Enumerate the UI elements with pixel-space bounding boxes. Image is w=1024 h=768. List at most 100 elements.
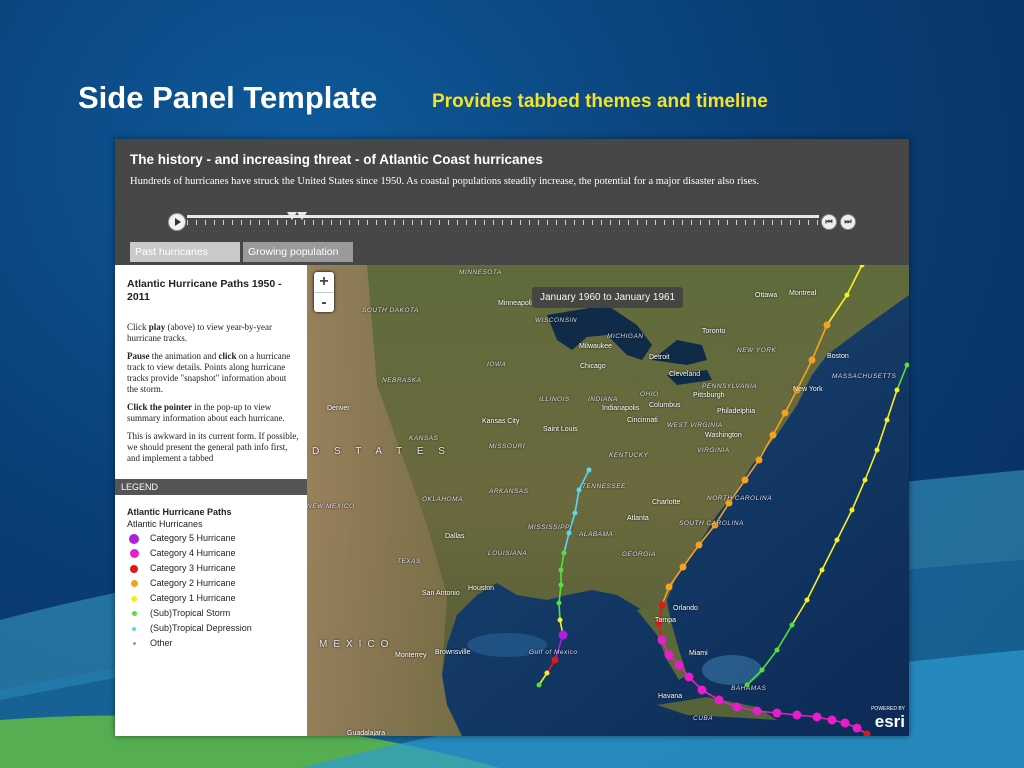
map-label: Ottawa	[755, 292, 778, 299]
map-label: Brownsville	[435, 649, 471, 656]
map-label: TEXAS	[397, 558, 421, 565]
hurricane-track-point[interactable]	[852, 723, 862, 733]
map-label: PENNSYLVANIA	[702, 383, 758, 390]
hurricane-track-point[interactable]	[697, 685, 707, 695]
hurricane-track-point[interactable]	[819, 567, 825, 573]
hurricane-track-point[interactable]	[862, 477, 868, 483]
hurricane-track-point[interactable]	[714, 695, 724, 705]
legend-header[interactable]: LEGEND	[115, 479, 307, 495]
hurricane-track-point[interactable]	[840, 718, 850, 728]
hurricane-track-point[interactable]	[695, 541, 703, 549]
hurricane-track-point[interactable]	[558, 567, 564, 573]
hurricane-track-point[interactable]	[804, 597, 810, 603]
timeline-start-handle[interactable]	[287, 212, 297, 220]
map-label: Dallas	[445, 533, 465, 540]
hurricane-track-point[interactable]	[752, 706, 762, 716]
hurricane-track-point[interactable]	[759, 667, 765, 673]
hurricane-track-point[interactable]	[674, 660, 684, 670]
hurricane-track-point[interactable]	[572, 510, 578, 516]
map-label: MISSOURI	[489, 443, 526, 450]
previous-button[interactable]: ⏮	[821, 214, 837, 230]
map-label: Philadelphia	[717, 408, 756, 415]
instruction-paragraph: This is awkward in its current form. If …	[127, 431, 299, 463]
timeline-ticks	[187, 220, 819, 225]
hurricane-track-point[interactable]	[823, 321, 831, 329]
map-label: San Antonio	[422, 590, 460, 597]
instruction-paragraph: Pause the animation and click on a hurri…	[127, 351, 291, 394]
map-label: Milwaukee	[579, 343, 613, 350]
hurricane-track-point[interactable]	[665, 583, 673, 591]
map-label: NEW MEXICO	[307, 503, 355, 510]
hurricane-track-point[interactable]	[884, 417, 890, 423]
map-label: BAHAMAS	[731, 685, 767, 692]
timeline-slider[interactable]	[187, 215, 819, 218]
hurricane-track-point[interactable]	[566, 530, 572, 536]
hurricane-track-point[interactable]	[849, 507, 855, 513]
map-label: SOUTH CAROLINA	[679, 520, 744, 527]
hurricane-track-point[interactable]	[774, 647, 780, 653]
map-label: Tampa	[655, 617, 677, 624]
map-label: Charlotte	[652, 499, 681, 506]
map-label: CUBA	[693, 715, 714, 722]
instruction-paragraph: Click play (above) to view year-by-year …	[127, 322, 273, 343]
hurricane-track-point[interactable]	[684, 672, 694, 682]
slide-subtitle: Provides tabbed themes and timeline	[432, 91, 768, 112]
next-button[interactable]: ⏭	[840, 214, 856, 230]
zoom-in-button[interactable]: +	[314, 272, 334, 292]
hurricane-track-point[interactable]	[551, 656, 559, 664]
timeline-end-handle[interactable]	[297, 212, 307, 220]
map-label: INDIANA	[588, 396, 618, 403]
legend-swatch	[132, 642, 136, 645]
legend-item: (Sub)Tropical Depression	[127, 621, 252, 636]
map-label: ILLINOIS	[539, 396, 570, 403]
hurricane-track-point[interactable]	[789, 622, 795, 628]
play-button[interactable]	[168, 213, 186, 231]
tab-growing-population[interactable]: Growing population	[243, 242, 353, 262]
hurricane-track-point[interactable]	[808, 356, 816, 364]
map-label: Columbus	[649, 402, 681, 409]
hurricane-track-point[interactable]	[576, 487, 582, 493]
hurricane-track-point[interactable]	[769, 431, 777, 439]
tab-past-hurricanes[interactable]: Past hurricanes	[130, 242, 240, 262]
hurricane-track-point[interactable]	[556, 600, 562, 606]
hurricane-track-point[interactable]	[561, 550, 567, 556]
hurricane-track-point[interactable]	[772, 708, 782, 718]
hurricane-track-point[interactable]	[558, 630, 568, 640]
hurricane-track-point[interactable]	[874, 447, 880, 453]
map-label: Guadalajara	[347, 730, 386, 736]
hurricane-track-point[interactable]	[792, 710, 802, 720]
map-label: Toronto	[702, 328, 726, 335]
map-label: Montreal	[789, 290, 817, 297]
hurricane-track-point[interactable]	[812, 712, 822, 722]
time-extent-label: January 1960 to January 1961	[532, 287, 684, 308]
map-label: Havana	[658, 693, 683, 700]
map-label: GEORGIA	[622, 551, 656, 558]
legend-swatch	[129, 533, 139, 544]
hurricane-track-point[interactable]	[558, 582, 564, 588]
hurricane-track-point[interactable]	[664, 650, 674, 660]
legend-item: Other	[127, 636, 252, 651]
map-view[interactable]: MINNESOTA SOUTH DAKOTA NEBRASKA IOWA WISCONS…	[307, 265, 909, 736]
instruction-paragraph: Click the pointer in the pop-up to view …	[127, 402, 285, 423]
hurricane-track-point[interactable]	[894, 387, 900, 393]
hurricane-track-point[interactable]	[834, 537, 840, 543]
hurricane-track-point[interactable]	[679, 563, 687, 571]
legend-item: Category 5 Hurricane	[127, 531, 252, 546]
hurricane-track-point[interactable]	[827, 715, 837, 725]
hurricane-track-point[interactable]	[755, 456, 763, 464]
zoom-out-button[interactable]: -	[314, 292, 334, 313]
hurricane-track-point[interactable]	[657, 635, 667, 645]
hurricane-track-point[interactable]	[536, 682, 542, 688]
hurricane-track-segment[interactable]	[558, 602, 561, 621]
map-label: ALABAMA	[579, 531, 614, 538]
map-label: Atlanta	[627, 515, 649, 522]
legend-item: (Sub)Tropical Storm	[127, 606, 252, 621]
hurricane-track-point[interactable]	[732, 702, 742, 712]
hurricane-track-point[interactable]	[586, 467, 592, 473]
hurricane-track-point[interactable]	[844, 292, 850, 298]
hurricane-track-point[interactable]	[658, 601, 666, 609]
hurricane-track-point[interactable]	[741, 476, 749, 484]
hurricane-track-point[interactable]	[557, 617, 563, 623]
hurricane-track-point[interactable]	[781, 409, 789, 417]
hurricane-track-point[interactable]	[544, 670, 550, 676]
